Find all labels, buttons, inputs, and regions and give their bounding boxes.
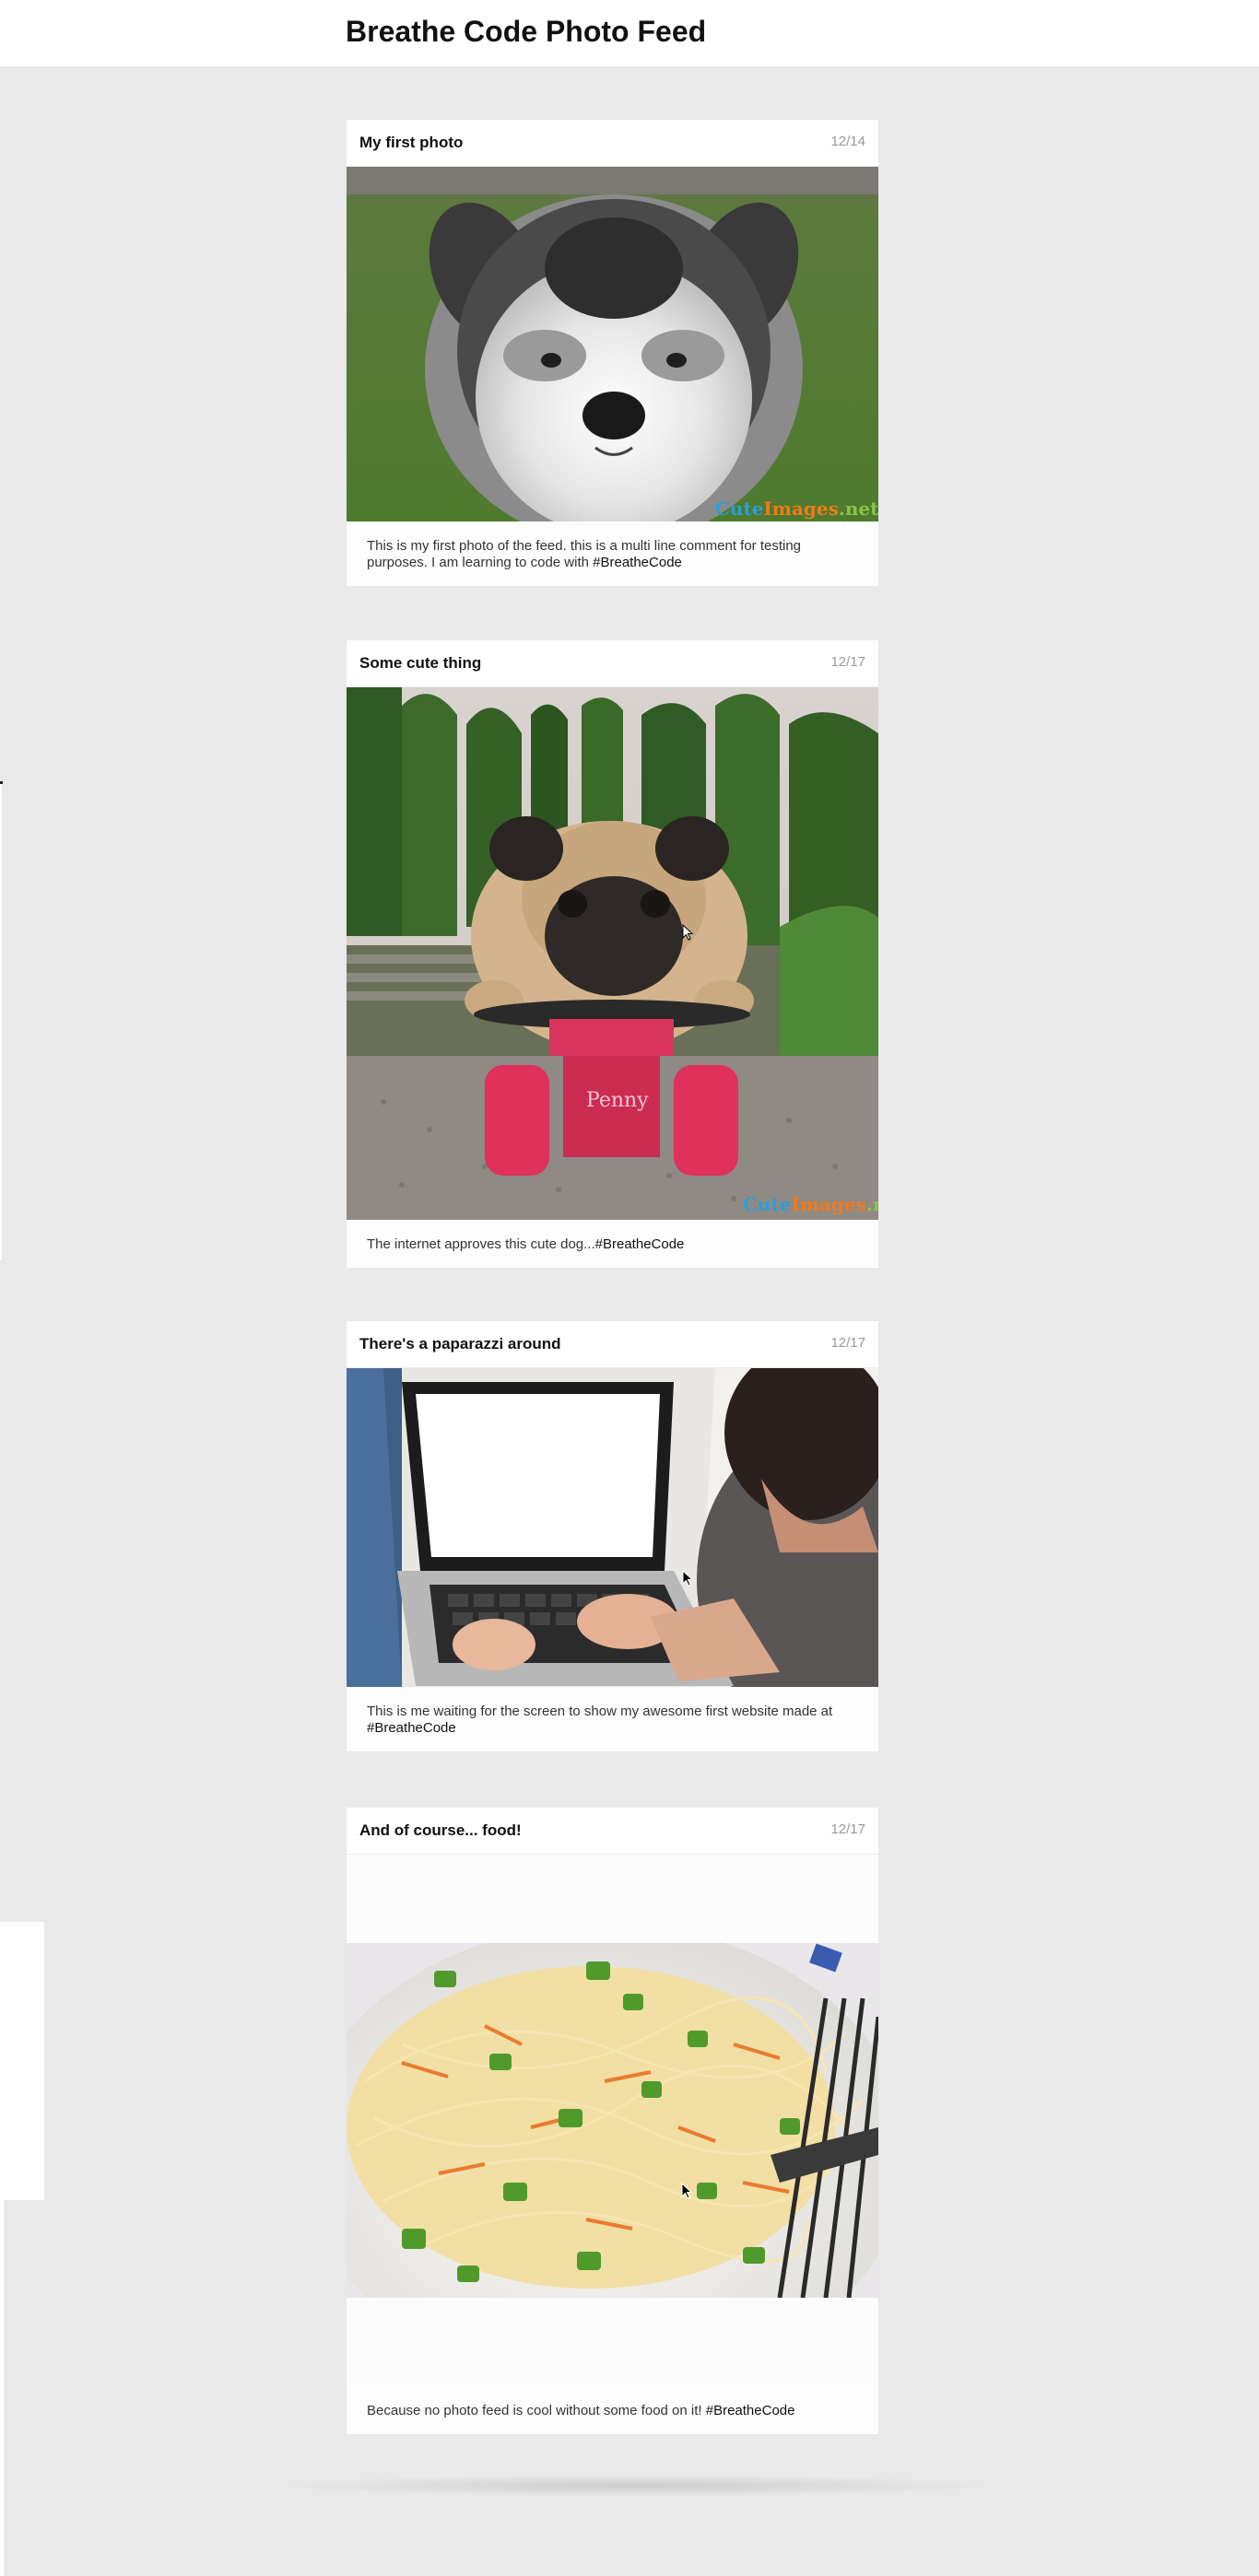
left-edge-strip (0, 781, 2, 1260)
post-caption-text: This is my first photo of the feed. this… (367, 538, 802, 570)
footer-shadow (277, 2475, 995, 2497)
mouse-cursor-icon (682, 1570, 693, 1587)
post-date: 12/17 (830, 654, 865, 670)
post-card: Some cute thing 12/17 Penny CuteImages. … (347, 640, 878, 1268)
post-photo-pug-on-skateboard[interactable]: Penny CuteImages.net (347, 687, 878, 1220)
post-header: And of course... food! 12/17 (347, 1808, 878, 1855)
photo-padding-top (347, 1855, 878, 1943)
watermark-part1: Cute (743, 1193, 791, 1215)
post-caption-text: The internet approves this cute dog... (367, 1236, 595, 1252)
svg-text:CuteImages.net: CuteImages.net (743, 1193, 878, 1215)
post-caption-text: Because no photo feed is cool without so… (367, 2403, 706, 2418)
post-title: My first photo (359, 134, 464, 151)
post-title: Some cute thing (359, 654, 482, 672)
post-header: There's a paparazzi around 12/17 (347, 1321, 878, 1368)
post-card: There's a paparazzi around 12/17 This is… (347, 1321, 878, 1751)
post-caption: This is my first photo of the feed. this… (347, 521, 878, 586)
left-edge-panel (0, 1922, 44, 2200)
post-photo-husky-puppy[interactable]: CuteImages.net (347, 167, 878, 521)
post-photo-noodles-with-vegetables[interactable] (347, 1943, 878, 2298)
watermark-part3: .net (839, 498, 878, 520)
watermark-part2: Images (763, 498, 838, 520)
skateboard-brand: Penny (586, 1089, 649, 1112)
post-title: And of course... food! (359, 1821, 522, 1839)
post-caption: This is me waiting for the screen to sho… (347, 1687, 878, 1751)
top-bar: Breathe Code Photo Feed (0, 0, 1259, 66)
post-date: 12/17 (830, 1821, 865, 1837)
photo-padding-bottom (347, 2298, 878, 2386)
post-photo-woman-typing-on-laptop[interactable] (347, 1368, 878, 1687)
mouse-cursor-icon (681, 2183, 692, 2199)
hashtag-link[interactable]: #BreatheCode (593, 555, 682, 570)
post-date: 12/17 (830, 1335, 865, 1351)
svg-text:CuteImages.net: CuteImages.net (715, 498, 878, 520)
post-caption: Because no photo feed is cool without so… (347, 2386, 878, 2434)
hashtag-link[interactable]: #BreatheCode (706, 2403, 795, 2418)
mouse-cursor-icon (682, 924, 693, 941)
left-edge-notch (0, 781, 3, 784)
hashtag-link[interactable]: #BreatheCode (367, 1720, 456, 1736)
post-header: Some cute thing 12/17 (347, 640, 878, 687)
watermark-part2: Images (791, 1193, 865, 1215)
watermark-part1: Cute (715, 498, 763, 520)
page-title: Breathe Code Photo Feed (346, 15, 707, 48)
watermark-part3: .net (866, 1193, 878, 1215)
post-card: My first photo 12/14 CuteImages.net This… (347, 120, 878, 586)
post-card: And of course... food! 12/17 Because no … (347, 1808, 878, 2434)
hashtag-link[interactable]: #BreatheCode (595, 1236, 685, 1252)
post-date: 12/14 (830, 134, 865, 149)
left-edge-strip-lower (0, 2200, 4, 2576)
post-header: My first photo 12/14 (347, 120, 878, 167)
post-title: There's a paparazzi around (359, 1335, 561, 1352)
post-caption: The internet approves this cute dog...#B… (347, 1220, 878, 1268)
post-caption-text: This is me waiting for the screen to sho… (367, 1704, 833, 1719)
